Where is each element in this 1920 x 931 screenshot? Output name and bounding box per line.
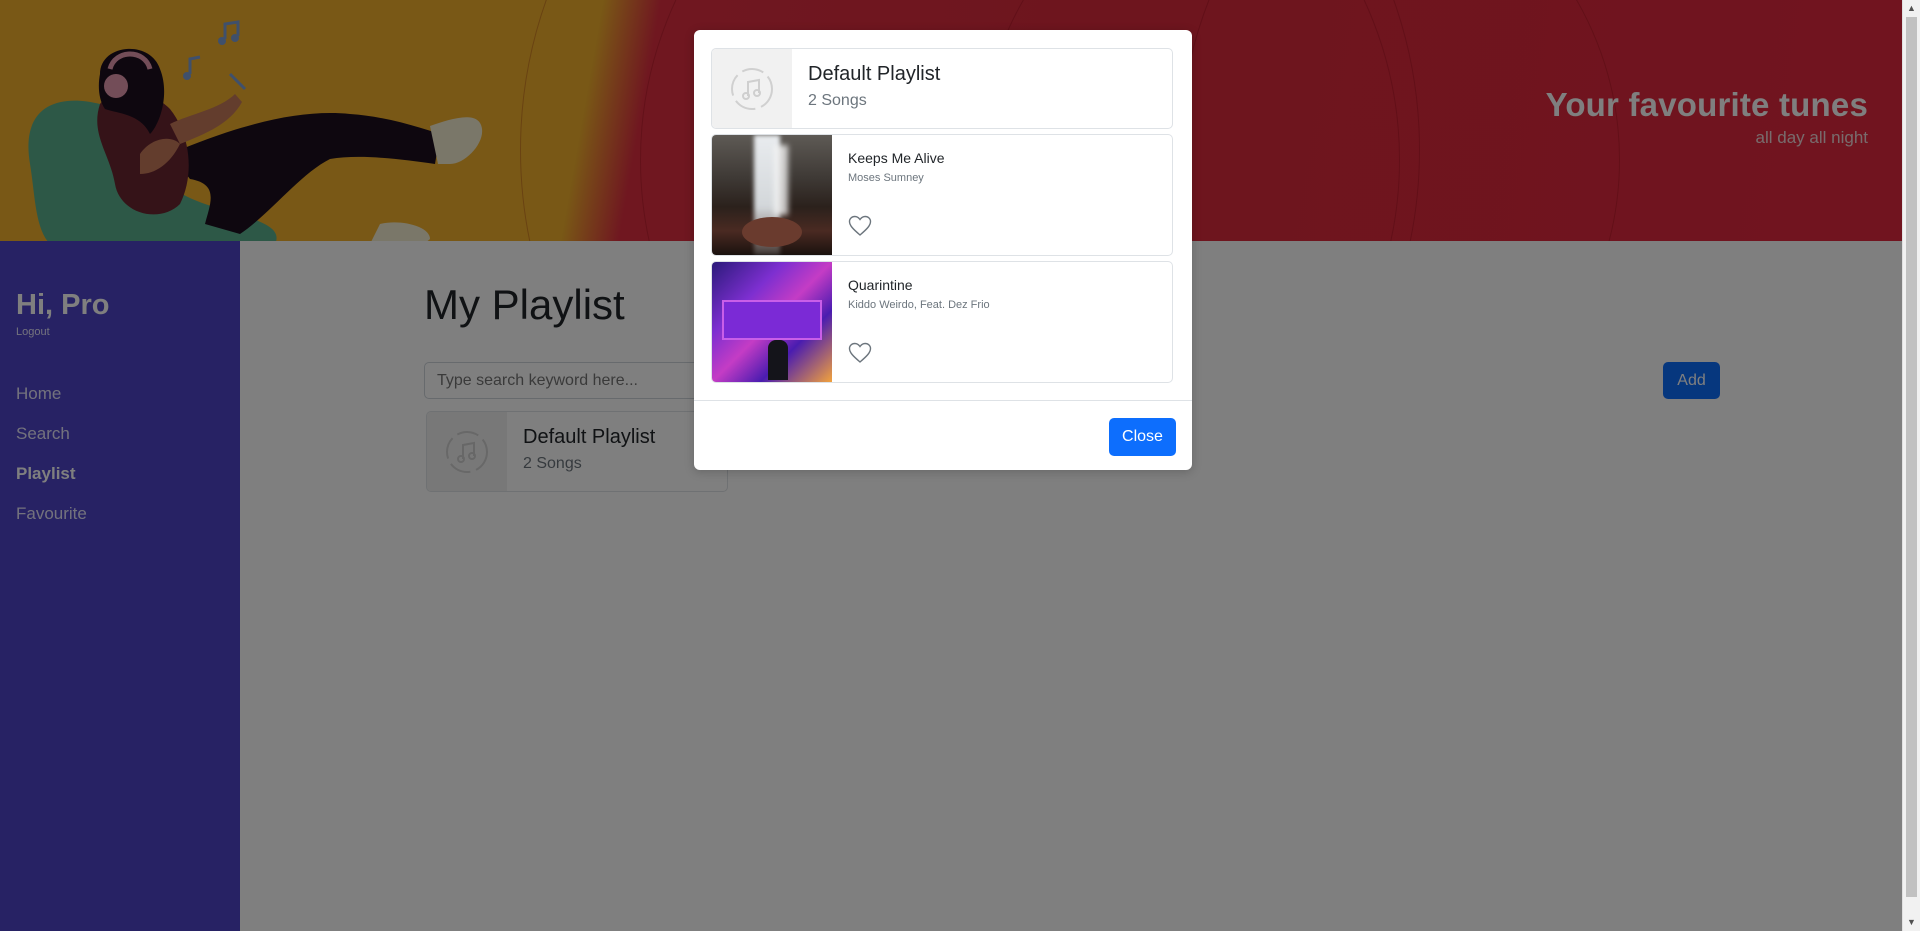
modal-body: Default Playlist 2 Songs Keeps Me Alive …: [694, 30, 1192, 383]
waterfall-album-art: [712, 135, 832, 255]
playlist-modal: Default Playlist 2 Songs Keeps Me Alive …: [694, 30, 1192, 470]
playlist-thumbnail: [712, 49, 792, 128]
scroll-down-arrow-icon[interactable]: ▼: [1903, 914, 1920, 931]
song-artist: Moses Sumney: [848, 172, 924, 184]
song-title: Quarintine: [848, 277, 913, 293]
song-card[interactable]: Keeps Me Alive Moses Sumney: [711, 134, 1173, 256]
song-artist: Kiddo Weirdo, Feat. Dez Frio: [848, 299, 990, 311]
song-card[interactable]: Quarintine Kiddo Weirdo, Feat. Dez Frio: [711, 261, 1173, 383]
modal-footer: Close: [694, 400, 1192, 470]
heart-icon[interactable]: [848, 342, 872, 364]
page-scrollbar[interactable]: ▲ ▼: [1902, 0, 1920, 931]
modal-playlist-header: Default Playlist 2 Songs: [711, 48, 1173, 129]
scrollbar-thumb[interactable]: [1906, 17, 1917, 897]
music-disc-icon: [731, 67, 773, 110]
modal-playlist-name: Default Playlist: [808, 63, 941, 85]
close-button[interactable]: Close: [1109, 418, 1176, 456]
modal-playlist-count: 2 Songs: [808, 92, 867, 109]
song-title: Keeps Me Alive: [848, 150, 945, 166]
quarintine-album-art: [712, 262, 832, 382]
scroll-up-arrow-icon[interactable]: ▲: [1903, 0, 1920, 17]
heart-icon[interactable]: [848, 215, 872, 237]
